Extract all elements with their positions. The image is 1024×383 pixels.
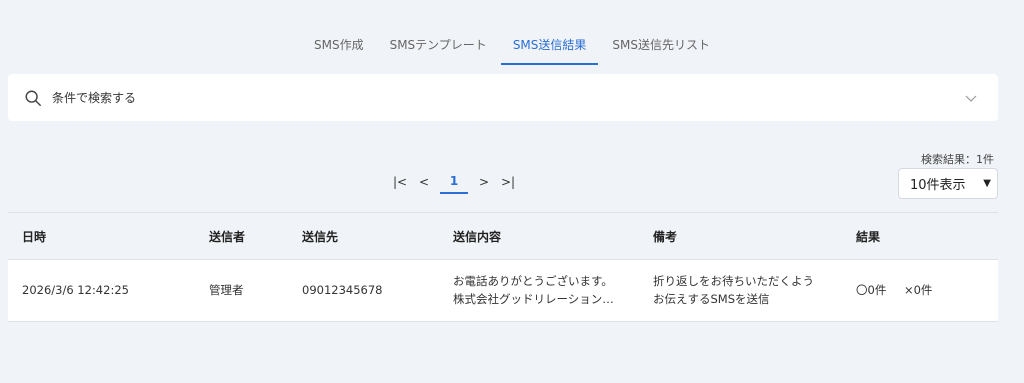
- search-label: 条件で検索する: [52, 91, 137, 105]
- result-success: 〇0件: [856, 282, 887, 297]
- content-line-2: 株式会社グッドリレーション…: [453, 291, 614, 306]
- note-line-2: お伝えするSMSを送信: [653, 291, 770, 306]
- cell-note: 折り返しをお待ちいただくよう お伝えするSMSを送信: [639, 259, 842, 322]
- tab-bar: SMS作成 SMSテンプレート SMS送信結果 SMS送信先リスト: [0, 30, 1024, 65]
- per-page-value: 10件表示: [910, 178, 966, 193]
- table-row[interactable]: 2026/3/6 12:42:25 管理者 09012345678 お電話ありが…: [8, 259, 998, 322]
- tab-sms-template[interactable]: SMSテンプレート: [378, 30, 499, 65]
- header-destination: 送信先: [288, 212, 439, 260]
- cell-result: 〇0件 ×0件: [842, 259, 998, 322]
- note-line-1: 折り返しをお待ちいただくよう: [653, 274, 814, 289]
- tab-sms-create[interactable]: SMS作成: [302, 30, 376, 65]
- header-content: 送信内容: [439, 212, 639, 260]
- search-icon: [25, 90, 41, 106]
- chevron-down-icon: [965, 95, 977, 102]
- header-datetime: 日時: [8, 212, 195, 260]
- results-table: 日時 送信者 送信先 送信内容 備考 結果 2026/3/6 12:42:25 …: [8, 212, 998, 322]
- prev-page-button[interactable]: <: [412, 170, 436, 194]
- tab-sms-results[interactable]: SMS送信結果: [500, 30, 599, 65]
- page-1-button[interactable]: 1: [440, 170, 468, 194]
- cell-datetime: 2026/3/6 12:42:25: [8, 259, 195, 322]
- first-page-button[interactable]: |<: [388, 170, 412, 194]
- header-note: 備考: [639, 212, 842, 260]
- pagination: |< < 1 > >|: [388, 170, 520, 194]
- search-toggle[interactable]: 条件で検索する: [8, 74, 998, 121]
- cell-sender: 管理者: [195, 259, 288, 322]
- last-page-button[interactable]: >|: [496, 170, 520, 194]
- header-result: 結果: [842, 212, 998, 260]
- table-header-row: 日時 送信者 送信先 送信内容 備考 結果: [8, 212, 998, 260]
- result-count: 検索結果：1件: [921, 153, 994, 166]
- tab-sms-recipient-list[interactable]: SMS送信先リスト: [600, 30, 722, 65]
- result-failure: ×0件: [903, 282, 933, 297]
- content-line-1: お電話ありがとうございます。: [453, 274, 613, 289]
- cell-content: お電話ありがとうございます。 株式会社グッドリレーション…: [439, 259, 639, 322]
- next-page-button[interactable]: >: [472, 170, 496, 194]
- chevron-down-icon: ▼: [983, 178, 991, 189]
- header-sender: 送信者: [195, 212, 288, 260]
- cell-destination: 09012345678: [288, 259, 439, 322]
- per-page-select[interactable]: 10件表示 ▼: [898, 168, 998, 199]
